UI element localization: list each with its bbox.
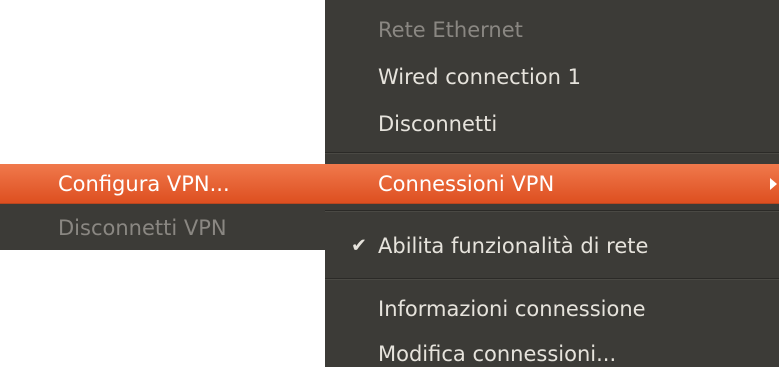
menu-separator bbox=[325, 152, 779, 154]
enable-networking-label: Abilita funzionalità di rete bbox=[378, 233, 649, 258]
ethernet-section-header: Rete Ethernet bbox=[378, 17, 523, 42]
submenu-arrow-icon bbox=[770, 178, 777, 190]
edit-connections-item[interactable]: Modifica connessioni... bbox=[325, 334, 779, 374]
disconnect-item[interactable]: Disconnetti bbox=[325, 104, 779, 144]
wired-connection-1-item[interactable]: Wired connection 1 bbox=[325, 57, 779, 97]
connection-info-item[interactable]: Informazioni connessione bbox=[325, 289, 779, 329]
configure-vpn-item[interactable]: Configura VPN... bbox=[0, 164, 325, 204]
enable-networking-item[interactable]: ✔ Abilita funzionalità di rete bbox=[325, 225, 779, 267]
check-icon: ✔ bbox=[351, 234, 367, 257]
menu-separator bbox=[325, 210, 779, 212]
disconnect-vpn-item: Disconnetti VPN bbox=[58, 215, 227, 240]
vpn-submenu: Configura VPN... Disconnetti VPN bbox=[0, 164, 325, 250]
vpn-connections-label: Connessioni VPN bbox=[378, 171, 555, 196]
menu-separator bbox=[325, 278, 779, 280]
network-menu: Rete Ethernet Wired connection 1 Disconn… bbox=[325, 0, 779, 367]
vpn-connections-item[interactable]: Connessioni VPN bbox=[325, 164, 779, 204]
